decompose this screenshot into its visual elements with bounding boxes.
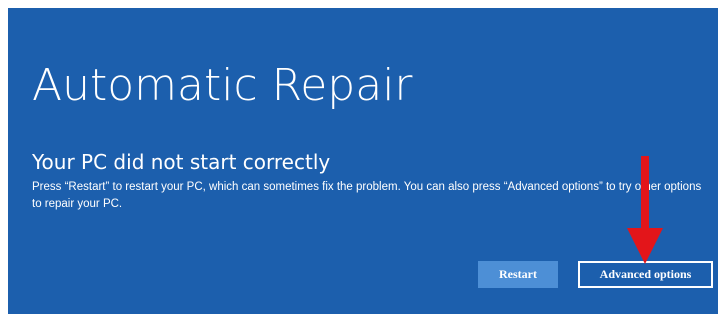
recovery-screen: Automatic Repair Your PC did not start c… — [8, 8, 718, 314]
error-subtitle: Your PC did not start correctly — [32, 150, 331, 174]
page-title: Automatic Repair — [32, 60, 413, 111]
restart-button[interactable]: Restart — [478, 261, 558, 288]
red-down-arrow-icon — [627, 156, 663, 264]
error-message: Press “Restart” to restart your PC, whic… — [32, 181, 702, 210]
